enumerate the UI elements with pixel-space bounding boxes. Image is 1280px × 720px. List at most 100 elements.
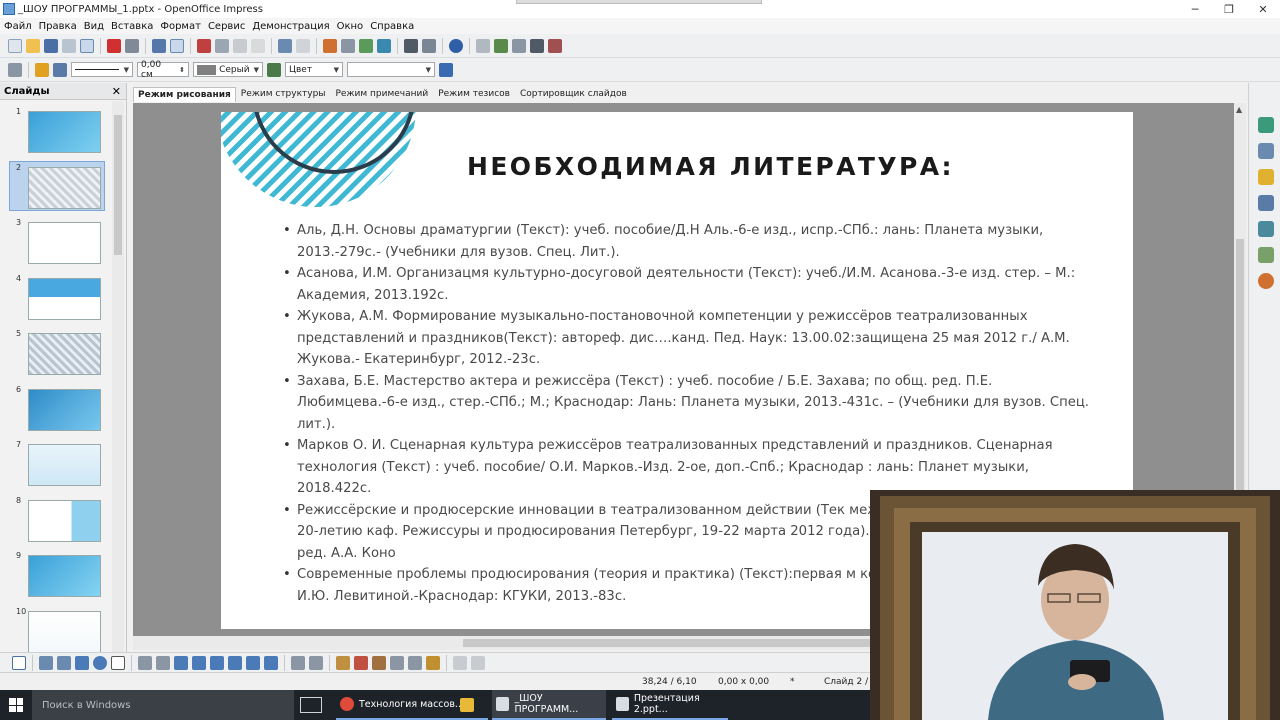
tab-slide-sorter[interactable]: Сортировщик слайдов <box>515 86 632 102</box>
symbol-shapes-icon[interactable] <box>192 655 206 670</box>
slide-thumbnail[interactable] <box>28 222 101 264</box>
slide-thumbnail-row[interactable]: 8 <box>0 496 112 548</box>
maximize-button[interactable]: ❐ <box>1212 0 1246 18</box>
flowchart-icon[interactable] <box>228 655 242 670</box>
slide-design-icon[interactable] <box>494 38 508 53</box>
help-icon[interactable] <box>449 38 463 53</box>
line-style-select[interactable]: ▼ <box>71 62 133 77</box>
slide-thumbnail[interactable] <box>28 610 101 653</box>
zoom-icon[interactable] <box>422 38 436 53</box>
slide-thumbnail-row[interactable]: 7 <box>0 440 112 492</box>
redo-icon[interactable] <box>296 38 310 53</box>
slide-thumbnail[interactable] <box>28 388 101 431</box>
callouts-icon[interactable] <box>246 655 260 670</box>
line-width-field[interactable]: 0,00 см ⬍ <box>137 60 189 80</box>
navigation-icon[interactable] <box>404 38 418 53</box>
area-style-select[interactable]: Цвет ▼ <box>285 62 343 77</box>
shadow-icon[interactable] <box>439 62 453 77</box>
menu-window[interactable]: Окно <box>337 21 364 32</box>
save-icon[interactable] <box>44 38 58 53</box>
taskbar-search[interactable]: Поиск в Windows <box>32 690 294 720</box>
gallery-tool-icon[interactable] <box>372 655 386 670</box>
open-folder-icon[interactable] <box>26 38 40 53</box>
slide-thumbnail-row[interactable]: 9 <box>0 551 112 603</box>
autospellcheck-icon[interactable] <box>170 38 184 53</box>
rotate-icon[interactable] <box>390 655 404 670</box>
glue-points-icon[interactable] <box>309 655 323 670</box>
menu-tools[interactable]: Сервис <box>208 21 245 32</box>
edit-file-icon[interactable] <box>80 38 94 53</box>
slide-thumbnail[interactable] <box>28 333 101 375</box>
gallery-icon[interactable] <box>1258 247 1274 263</box>
slide-thumbnail-row[interactable]: 1 <box>0 107 112 159</box>
slide-thumbnail-row[interactable]: 5 <box>0 329 112 381</box>
slide-thumbnail[interactable] <box>28 277 101 320</box>
styles-icon[interactable] <box>8 62 22 77</box>
taskbar-app-impress-presentation[interactable]: Презентация 2.ppt... <box>612 690 728 720</box>
slide-thumbnail-row[interactable]: 3 <box>0 218 112 270</box>
arrange-icon[interactable] <box>426 655 440 670</box>
slide-thumbnail[interactable] <box>28 555 101 597</box>
line-tool-icon[interactable] <box>39 655 53 670</box>
interaction-icon[interactable] <box>471 655 485 670</box>
slide-thumbnail-row[interactable]: 6 <box>0 385 112 437</box>
spellcheck-icon[interactable] <box>152 38 166 53</box>
navigator-icon[interactable] <box>377 38 391 53</box>
slide-thumbnail-row[interactable]: 4 <box>0 274 112 326</box>
menu-edit[interactable]: Правка <box>39 21 77 32</box>
master-pages-icon[interactable] <box>1258 117 1274 133</box>
area-fill-select[interactable]: ▼ <box>347 62 435 77</box>
block-arrows-icon[interactable] <box>210 655 224 670</box>
text-tool-icon[interactable] <box>111 655 125 670</box>
ellipse-tool-icon[interactable] <box>93 655 107 670</box>
alignment-icon[interactable] <box>408 655 422 670</box>
scrollbar-thumb[interactable] <box>114 115 122 255</box>
window-drag-handle[interactable] <box>516 0 762 4</box>
presentation-icon[interactable] <box>476 38 490 53</box>
copy-icon[interactable] <box>215 38 229 53</box>
task-view-icon[interactable] <box>300 697 322 713</box>
undo-icon[interactable] <box>278 38 292 53</box>
area-icon[interactable] <box>267 62 281 77</box>
arrow-style-icon[interactable] <box>53 62 67 77</box>
slide-layout-icon[interactable] <box>512 38 526 53</box>
cut-icon[interactable] <box>197 38 211 53</box>
extrusion-icon[interactable] <box>453 655 467 670</box>
stars-icon[interactable] <box>264 655 278 670</box>
curve-tool-icon[interactable] <box>138 655 152 670</box>
slide-thumbnail[interactable] <box>28 444 101 486</box>
rectangle-tool-icon[interactable] <box>75 655 89 670</box>
slide-thumbnail[interactable] <box>28 111 101 153</box>
tab-normal[interactable]: Режим рисования <box>133 87 236 102</box>
line-color-select[interactable]: Серый ▼ <box>193 62 263 77</box>
start-button[interactable] <box>0 690 32 720</box>
new-document-icon[interactable] <box>8 38 22 53</box>
taskbar-app-impress-show[interactable]: _ШОУ ПРОГРАММ... <box>492 690 606 720</box>
email-icon[interactable] <box>62 38 76 53</box>
slide-transition-icon[interactable] <box>1258 195 1274 211</box>
scroll-up-icon[interactable]: ▲ <box>1236 105 1242 114</box>
tab-outline[interactable]: Режим структуры <box>236 86 331 102</box>
tab-notes[interactable]: Режим примечаний <box>330 86 433 102</box>
chart-icon[interactable] <box>323 38 337 53</box>
menu-view[interactable]: Вид <box>84 21 104 32</box>
styles-pane-icon[interactable] <box>1258 221 1274 237</box>
navigator-pane-icon[interactable] <box>1258 273 1274 289</box>
print-icon[interactable] <box>125 38 139 53</box>
menu-file[interactable]: Файл <box>4 21 32 32</box>
slide-thumbnail-row[interactable]: 10 <box>0 607 112 659</box>
slideshow-icon[interactable] <box>548 38 562 53</box>
minimize-button[interactable]: ─ <box>1178 0 1212 18</box>
table-icon[interactable] <box>341 38 355 53</box>
slide-thumbnail-row[interactable]: 2 <box>0 160 112 215</box>
menu-help[interactable]: Справка <box>370 21 414 32</box>
line-icon[interactable] <box>35 62 49 77</box>
scrollbar-thumb[interactable] <box>1236 239 1244 499</box>
close-window-button[interactable]: ✕ <box>1246 0 1280 18</box>
basic-shapes-icon[interactable] <box>174 655 188 670</box>
layouts-icon[interactable] <box>1258 143 1274 159</box>
clone-formatting-icon[interactable] <box>251 38 265 53</box>
scrollbar-thumb[interactable] <box>463 639 913 647</box>
arrow-tool-icon[interactable] <box>57 655 71 670</box>
connector-tool-icon[interactable] <box>156 655 170 670</box>
